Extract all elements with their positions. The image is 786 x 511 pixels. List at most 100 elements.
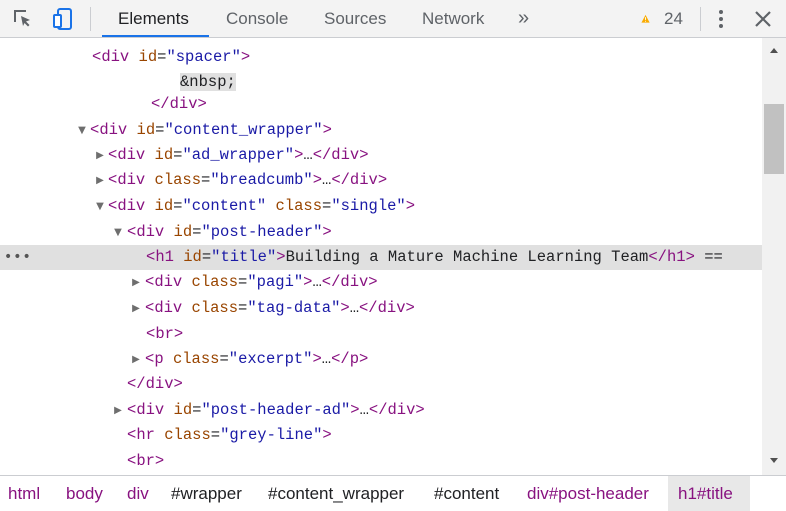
attribute-name: class <box>154 171 202 189</box>
node-markup: <hr class="grey-line"> <box>127 426 332 444</box>
expand-triangle-icon[interactable]: ▶ <box>94 168 106 193</box>
breadcrumb-item[interactable]: div <box>127 476 149 511</box>
dom-node[interactable]: ▶ <div class="breadcumb">…</div> <box>0 168 762 193</box>
tag-bracket: < <box>127 401 137 419</box>
breadcrumb-item[interactable]: #wrapper <box>171 476 242 511</box>
tab-network[interactable]: Network <box>422 0 484 37</box>
breadcrumb-item[interactable]: #content <box>434 476 499 511</box>
more-options-icon[interactable] <box>709 7 733 31</box>
tag-name: div <box>117 146 146 164</box>
dom-node[interactable]: </div> <box>0 372 762 397</box>
node-markup: <div id="ad_wrapper">…</div> <box>108 146 369 164</box>
inspect-element-icon[interactable] <box>11 7 35 31</box>
breadcrumb-item[interactable]: html <box>8 476 40 511</box>
dom-node[interactable]: <br> <box>0 322 762 347</box>
attribute-name: id <box>173 401 193 419</box>
dom-node[interactable]: </div> <box>0 92 762 117</box>
node-markup: <div id="content" class="single"> <box>108 197 416 215</box>
scroll-up-icon[interactable] <box>768 44 780 56</box>
more-tabs-icon[interactable]: » <box>518 0 529 37</box>
attribute-value: "breadcumb" <box>210 171 313 189</box>
node-markup: <p class="excerpt">…</p> <box>145 350 369 368</box>
dom-node[interactable]: ▶ <p class="excerpt">…</p> <box>0 347 762 372</box>
tab-elements[interactable]: Elements <box>118 0 189 37</box>
tag-bracket: < <box>92 48 102 66</box>
dom-node[interactable]: <div id="spacer"> <box>0 45 762 70</box>
device-toolbar-icon[interactable] <box>51 7 75 31</box>
collapse-triangle-icon[interactable]: ▼ <box>76 118 88 143</box>
toolbar-separator <box>700 7 701 31</box>
attribute-name: class <box>164 426 211 444</box>
closing-tag: </div> <box>359 299 415 317</box>
elements-tree: <div id="spacer"> &nbsp; </div> ▼ <div id="c… <box>0 38 762 475</box>
breadcrumb-item-selected[interactable]: h1#title <box>678 476 733 511</box>
attribute-name: id <box>183 248 202 266</box>
tag-name: div <box>154 273 183 291</box>
active-tab-indicator <box>102 35 209 37</box>
attribute-value: "post-header-ad" <box>201 401 351 419</box>
collapsed-ellipsis: … <box>359 401 369 419</box>
text-entity: &nbsp; <box>180 73 236 91</box>
dom-node-selected[interactable]: ••• <h1 id="title">Building a Mature Mach… <box>0 245 762 270</box>
collapsed-ellipsis: … <box>321 350 332 368</box>
close-icon[interactable] <box>751 7 775 31</box>
attribute-value: "post-header" <box>201 223 323 241</box>
attribute-name: id <box>154 146 174 164</box>
scroll-down-icon[interactable] <box>768 455 780 467</box>
tab-sources[interactable]: Sources <box>324 0 386 37</box>
closing-tag: </div> <box>368 401 425 419</box>
tag-bracket: > <box>322 223 332 241</box>
collapse-triangle-icon[interactable]: ▼ <box>94 194 106 219</box>
collapsed-ellipsis: … <box>303 146 313 164</box>
dom-node[interactable]: <br> <box>0 449 762 474</box>
dom-node[interactable]: ▶ <div id="post-header-ad">…</div> <box>0 398 762 423</box>
tag-bracket: < <box>108 171 118 189</box>
tag-bracket: < <box>145 350 155 368</box>
tag-name: hr <box>136 426 155 444</box>
node-actions-icon[interactable]: ••• <box>4 245 32 270</box>
node-markup: <div id="post-header-ad">…</div> <box>127 401 425 419</box>
vertical-scrollbar[interactable] <box>762 38 786 475</box>
closing-tag: </div> <box>127 375 183 393</box>
closing-tag: </div> <box>321 273 378 291</box>
tag-bracket: < <box>145 273 155 291</box>
tag-name: div <box>101 48 130 66</box>
tag-name: div <box>154 299 183 317</box>
tag-bracket: > <box>154 452 165 470</box>
expand-triangle-icon[interactable]: ▶ <box>130 296 142 321</box>
attribute-name: class <box>172 350 220 368</box>
collapse-triangle-icon[interactable]: ▼ <box>112 220 124 245</box>
breadcrumb-item[interactable]: #content_wrapper <box>268 476 404 511</box>
node-markup: <div id="content_wrapper"> <box>90 121 332 139</box>
expand-triangle-icon[interactable]: ▶ <box>130 347 142 372</box>
dom-node[interactable]: ▶ <div class="tag-data">…</div> <box>0 296 762 321</box>
node-markup: <div class="breadcumb">…</div> <box>108 171 388 189</box>
dom-node[interactable]: ▼ <div id="content_wrapper"> <box>0 118 762 143</box>
tag-bracket: < <box>127 452 137 470</box>
breadcrumb-item[interactable]: body <box>66 476 103 511</box>
tab-console[interactable]: Console <box>226 0 288 37</box>
tag-bracket: > <box>350 401 360 419</box>
tag-bracket: < <box>108 146 118 164</box>
breadcrumb-item[interactable]: div#post-header <box>527 476 649 511</box>
warning-icon[interactable] <box>641 8 661 30</box>
tag-bracket: > <box>240 48 251 66</box>
tag-name: p <box>154 350 164 368</box>
dom-node[interactable]: ▼ <div id="post-header"> <box>0 220 762 245</box>
tag-name: br <box>136 452 155 470</box>
tag-bracket: > <box>322 121 332 139</box>
collapsed-ellipsis: … <box>349 299 359 317</box>
scrollbar-thumb[interactable] <box>764 104 784 174</box>
dom-node[interactable]: ▶ <div class="pagi">…</div> <box>0 270 762 295</box>
expand-triangle-icon[interactable]: ▶ <box>112 398 124 423</box>
dom-node[interactable]: ▼ <div id="content" class="single"> <box>0 194 762 219</box>
expand-triangle-icon[interactable]: ▶ <box>130 270 142 295</box>
tag-bracket: < <box>108 197 118 215</box>
dom-node[interactable]: ▶ <div id="ad_wrapper">…</div> <box>0 143 762 168</box>
expand-triangle-icon[interactable]: ▶ <box>94 143 106 168</box>
warning-count[interactable]: 24 <box>664 0 683 37</box>
attribute-name: id <box>173 223 193 241</box>
dom-node[interactable]: <hr class="grey-line"> <box>0 423 762 448</box>
attribute-value: "tag-data" <box>247 299 341 317</box>
tag-bracket: < <box>145 299 155 317</box>
